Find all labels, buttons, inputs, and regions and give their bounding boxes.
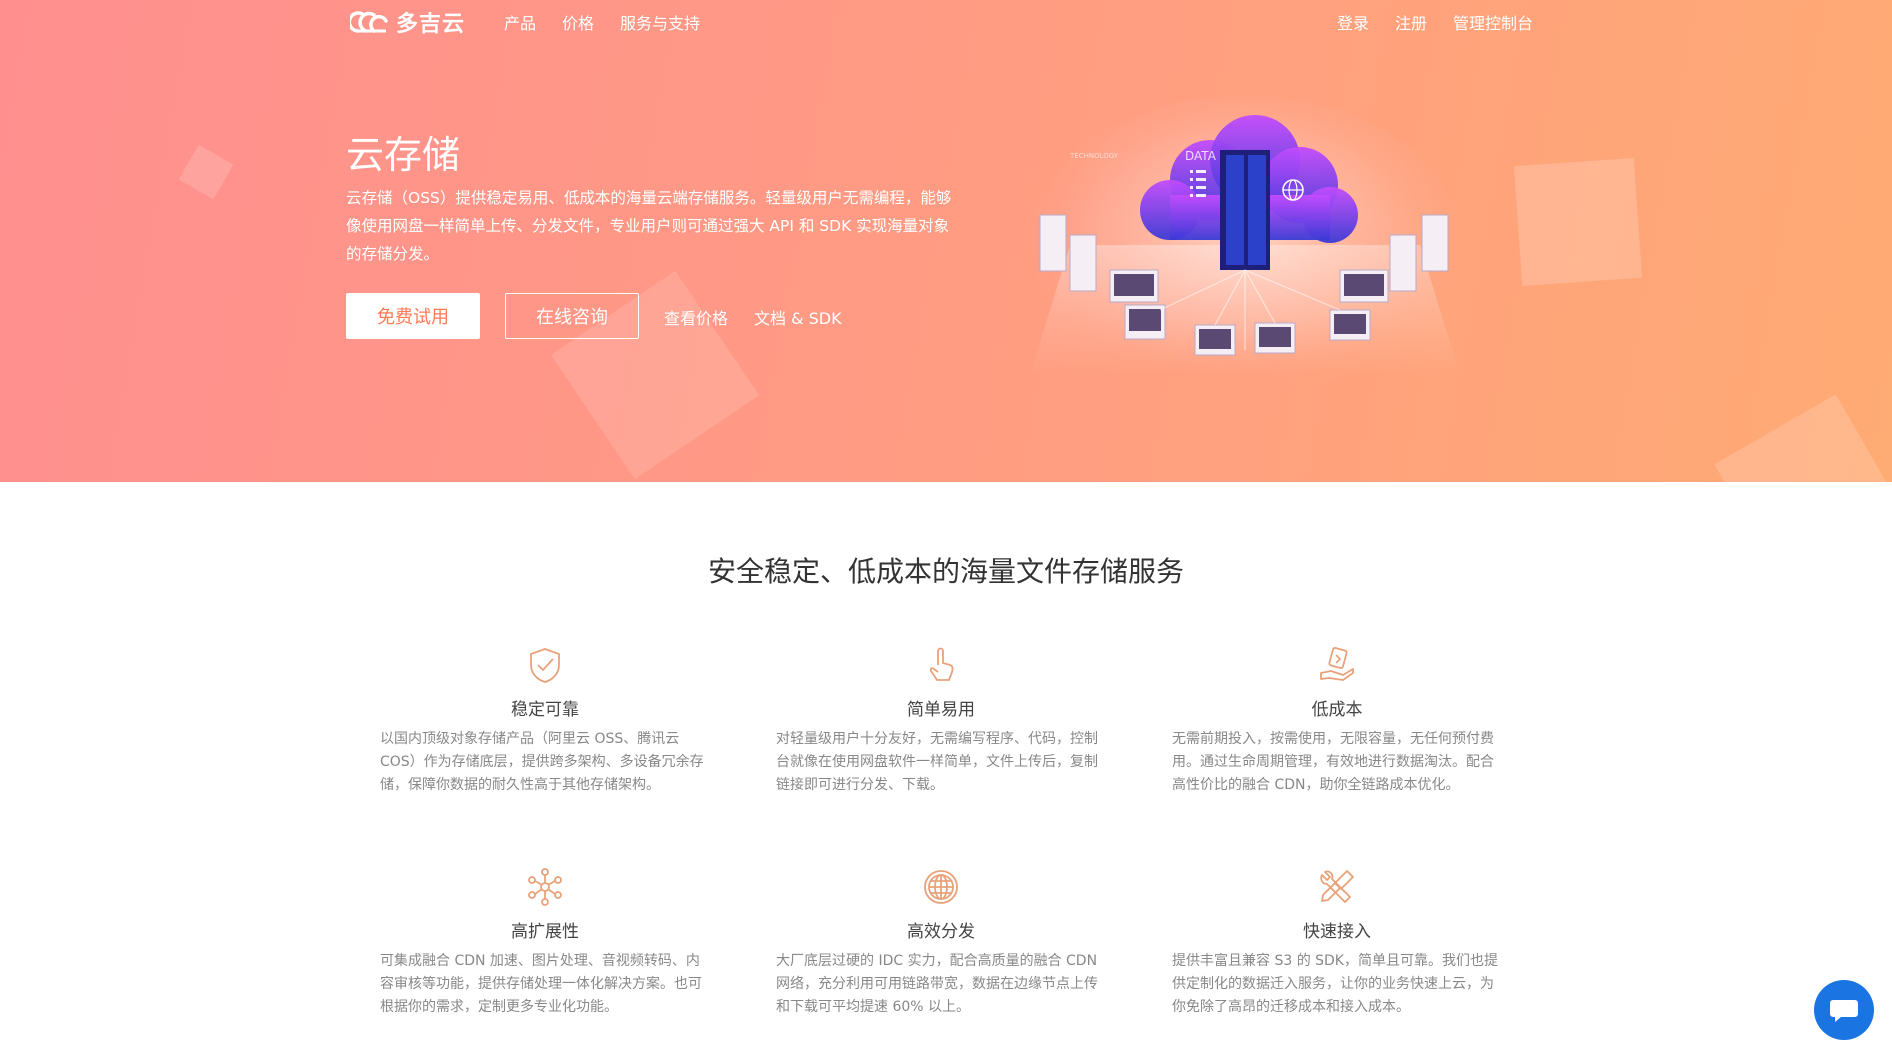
feature-title: 高效分发: [907, 922, 975, 942]
hand-coin-icon: [1320, 647, 1354, 681]
feature-description: 大厂底层过硬的 IDC 实力，配合高质量的融合 CDN 网络，充分利用可用链路带…: [776, 953, 1098, 1015]
nav-login-link[interactable]: 登录: [1337, 10, 1369, 34]
feature-title: 稳定可靠: [511, 700, 579, 720]
decor-square: [1513, 157, 1643, 287]
illustration-data-label: DATA: [1185, 149, 1217, 163]
hero-title: 云存储: [346, 133, 461, 177]
online-consult-button[interactable]: 在线咨询: [505, 293, 639, 339]
shield-icon: [530, 648, 560, 683]
globe-icon: [924, 870, 958, 904]
hero-banner: 多吉云 产品 价格 服务与支持 登录 注册 管理控制台 云存储 云存储（OSS）…: [0, 0, 1892, 482]
chat-support-button[interactable]: [1814, 980, 1874, 1040]
free-trial-button[interactable]: 免费试用: [346, 293, 480, 339]
illustration-tech-label: TECHNOLOGY: [1069, 152, 1119, 160]
feature-title: 简单易用: [907, 700, 975, 720]
nav-register-link[interactable]: 注册: [1395, 10, 1427, 34]
view-pricing-link[interactable]: 查看价格: [664, 305, 728, 329]
cloud-data-illustration: DATA TECHNOLOGY: [1030, 95, 1460, 395]
feature-description: 以国内顶级对象存储产品（阿里云 OSS、腾讯云 COS）作为存储底层，提供跨多架…: [380, 731, 704, 793]
feature-description: 对轻量级用户十分友好，无需编写程序、代码，控制台就像在使用网盘软件一样简单，文件…: [776, 731, 1098, 793]
top-navbar: 多吉云 产品 价格 服务与支持 登录 注册 管理控制台: [0, 0, 1892, 40]
nav-item-support[interactable]: 服务与支持: [620, 10, 700, 34]
logo-text: 多吉云: [396, 12, 466, 37]
hero-description: 云存储（OSS）提供稳定易用、低成本的海量云端存储服务。轻量级用户无需编程，能够…: [346, 189, 952, 263]
nav-item-pricing[interactable]: 价格: [562, 10, 594, 34]
feature-card-quick-access: 快速接入 提供丰富且兼容 S3 的 SDK，简单且可靠。我们也提供定制化的数据迁…: [1172, 867, 1502, 1019]
cloud-logo-icon: [350, 11, 388, 33]
hand-pointer-icon: [929, 647, 954, 681]
feature-description: 提供丰富且兼容 S3 的 SDK，简单且可靠。我们也提供定制化的数据迁入服务，让…: [1172, 953, 1498, 1015]
feature-card-easy: 简单易用 对轻量级用户十分友好，无需编写程序、代码，控制台就像在使用网盘软件一样…: [776, 645, 1106, 797]
decor-square: [1714, 394, 1892, 482]
feature-card-distribution: 高效分发 大厂底层过硬的 IDC 实力，配合高质量的融合 CDN 网络，充分利用…: [776, 867, 1106, 1019]
feature-title: 高扩展性: [511, 922, 579, 942]
nav-console-link[interactable]: 管理控制台: [1453, 10, 1533, 34]
network-nodes-icon: [528, 868, 562, 906]
decor-square: [178, 144, 234, 200]
feature-description: 无需前期投入，按需使用，无限容量，无任何预付费用。通过生命周期管理，有效地进行数…: [1172, 731, 1494, 793]
feature-description: 可集成融合 CDN 加速、图片处理、音视频转码、内容审核等功能，提供存储处理一体…: [380, 953, 702, 1015]
feature-card-reliable: 稳定可靠 以国内顶级对象存储产品（阿里云 OSS、腾讯云 COS）作为存储底层，…: [380, 645, 710, 797]
feature-card-lowcost: 低成本 无需前期投入，按需使用，无限容量，无任何预付费用。通过生命周期管理，有效…: [1172, 645, 1502, 797]
nav-item-products[interactable]: 产品: [504, 10, 536, 34]
logo[interactable]: 多吉云: [350, 6, 465, 38]
feature-card-scalable: 高扩展性 可集成融合 CDN 加速、图片处理、音视频转码、内容审核等功能，提供存…: [380, 867, 710, 1019]
docs-sdk-link[interactable]: 文档 & SDK: [754, 305, 842, 329]
section-title: 安全稳定、低成本的海量文件存储服务: [707, 555, 1184, 588]
chat-bubble-icon: [1830, 1000, 1858, 1022]
feature-title: 低成本: [1311, 700, 1363, 720]
tools-icon: [1320, 870, 1354, 903]
feature-title: 快速接入: [1303, 922, 1371, 942]
